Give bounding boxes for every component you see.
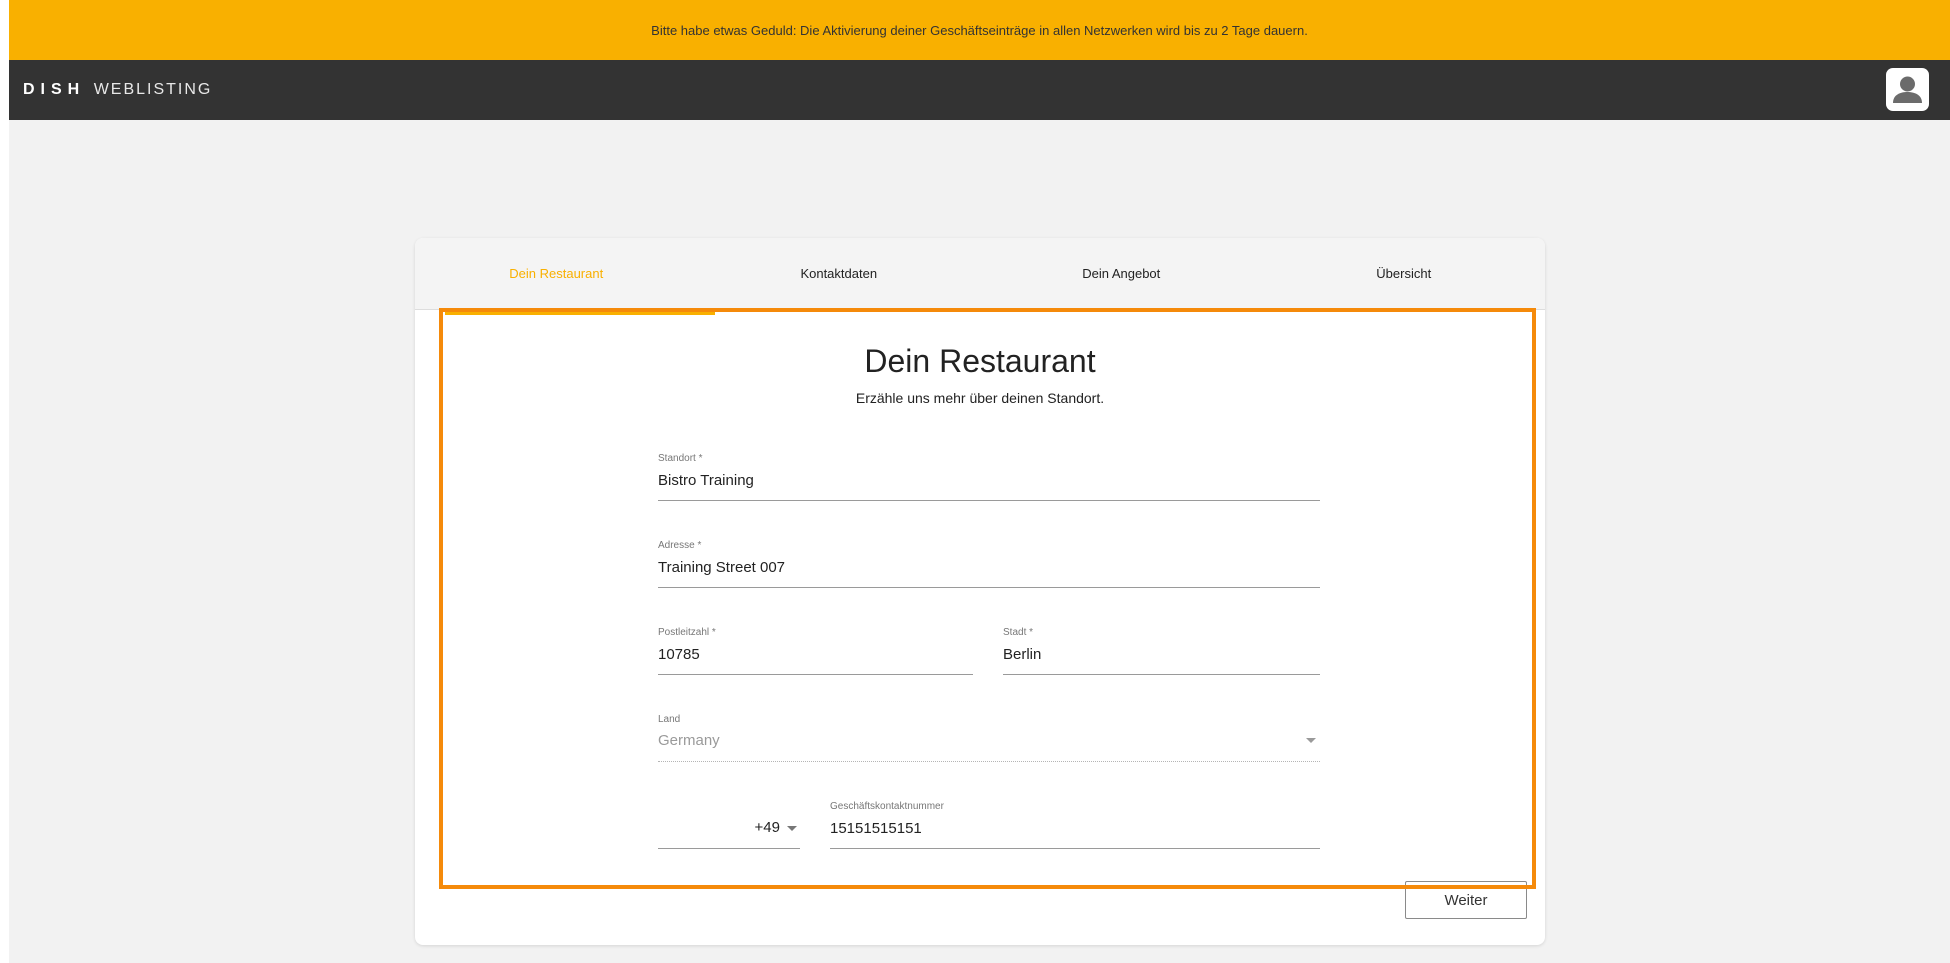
tab-dein-restaurant[interactable]: Dein Restaurant: [415, 238, 698, 309]
logo-product: WEBLISTING: [93, 81, 213, 98]
location-field: Standort *: [658, 453, 1320, 501]
wizard-tabs: Dein Restaurant Kontaktdaten Dein Angebo…: [415, 238, 1545, 310]
city-input[interactable]: [1003, 643, 1320, 665]
address-label: Adresse *: [658, 540, 702, 551]
phone-label: Geschäftskontaktnummer: [830, 801, 944, 812]
location-label: Standort *: [658, 453, 703, 464]
address-underline: [658, 587, 1320, 588]
tab-label: Kontaktdaten: [800, 266, 878, 281]
app-root: Bitte habe etwas Geduld: Die Aktivierung…: [9, 0, 1950, 963]
chevron-down-icon: [787, 826, 797, 831]
country-label: Land: [658, 714, 681, 725]
location-input[interactable]: [658, 469, 1320, 491]
tab-dein-angebot[interactable]: Dein Angebot: [980, 238, 1263, 309]
form-subtitle: Erzähle uns mehr über deinen Standort.: [855, 390, 1105, 406]
form-title: Dein Restaurant: [864, 343, 1096, 379]
tab-label: Übersicht: [1376, 266, 1432, 281]
user-icon: [1893, 76, 1922, 103]
tab-uebersicht[interactable]: Übersicht: [1263, 238, 1546, 309]
phone-code-select[interactable]: +49: [658, 801, 800, 849]
country-underline: [658, 761, 1320, 762]
zip-underline: [658, 674, 973, 675]
app-logo[interactable]: DISH WEBLISTING: [23, 80, 212, 100]
zip-input[interactable]: [658, 643, 973, 665]
city-label: Stadt *: [1003, 627, 1034, 638]
city-field: Stadt *: [1003, 627, 1320, 675]
top-navigation-bar: DISH WEBLISTING: [9, 60, 1950, 120]
phone-field: Geschäftskontaktnummer: [830, 801, 1320, 849]
info-banner: Bitte habe etwas Geduld: Die Aktivierung…: [9, 0, 1950, 60]
phone-code-value: +49: [754, 819, 780, 836]
wizard-card: Dein Restaurant Kontaktdaten Dein Angebo…: [415, 238, 1545, 945]
phone-input[interactable]: [830, 817, 1320, 839]
phone-code-underline: [658, 848, 800, 849]
country-select[interactable]: Land Germany: [658, 714, 1320, 762]
address-field: Adresse *: [658, 540, 1320, 588]
tab-label: Dein Angebot: [1082, 266, 1161, 281]
chevron-down-icon: [1306, 738, 1316, 743]
user-menu-button[interactable]: [1886, 68, 1929, 111]
tab-kontaktdaten[interactable]: Kontaktdaten: [698, 238, 981, 309]
city-underline: [1003, 674, 1320, 675]
active-tab-indicator: [445, 312, 715, 315]
country-value: Germany: [658, 732, 720, 749]
phone-underline: [830, 848, 1320, 849]
tab-label: Dein Restaurant: [509, 266, 604, 281]
zip-field: Postleitzahl *: [658, 627, 973, 675]
address-input[interactable]: [658, 556, 1320, 578]
info-banner-text: Bitte habe etwas Geduld: Die Aktivierung…: [651, 22, 1308, 38]
next-button[interactable]: Weiter: [1405, 881, 1527, 919]
location-underline: [658, 500, 1320, 501]
logo-brand: DISH: [23, 81, 86, 98]
zip-label: Postleitzahl *: [658, 627, 716, 638]
